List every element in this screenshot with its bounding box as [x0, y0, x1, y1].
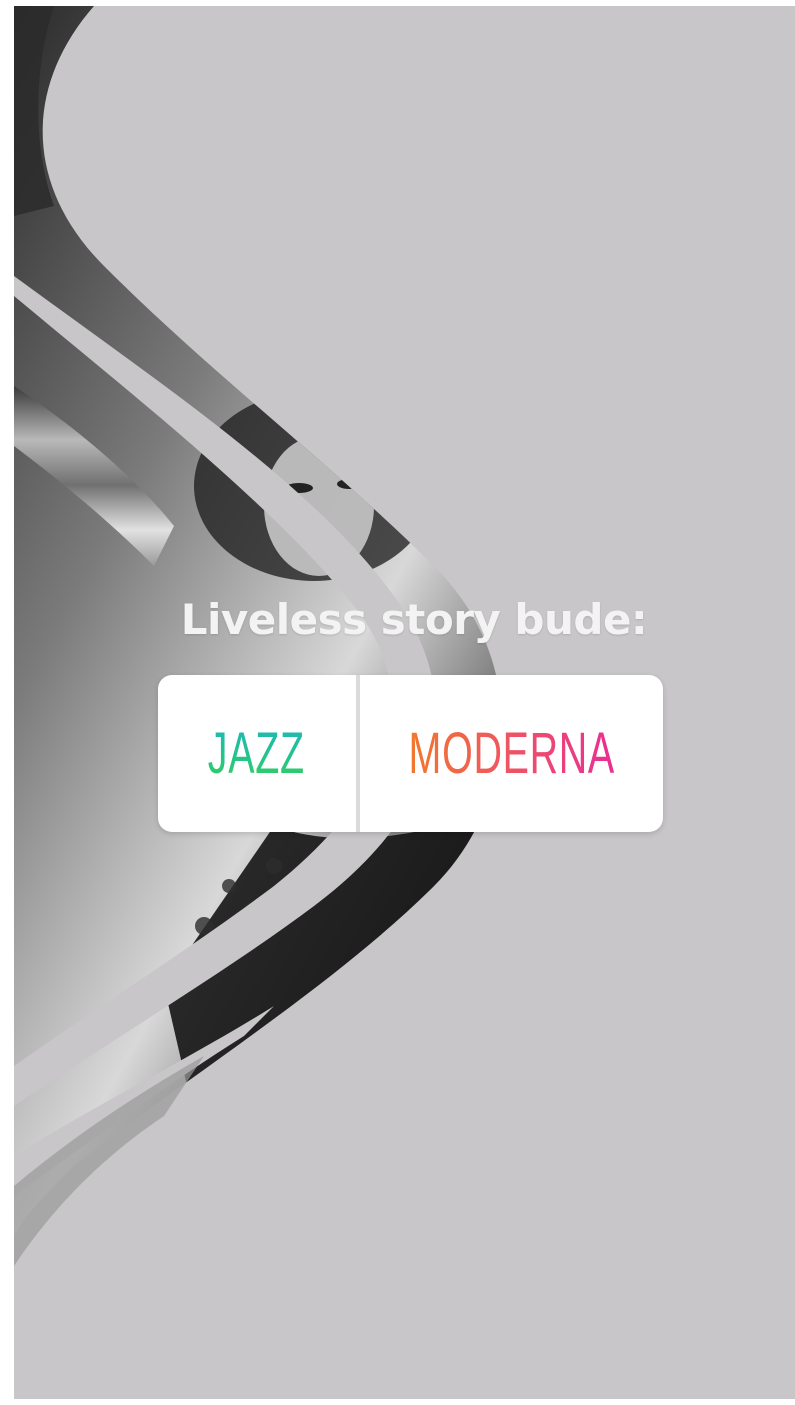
poll-option-label: MODERNA — [408, 720, 615, 786]
poll-option-label: JAZZ — [208, 720, 306, 786]
poll-sticker: JAZZ MODERNA — [158, 675, 663, 832]
story-question-text: Liveless story bude: — [180, 595, 648, 644]
story-canvas: Liveless story bude: JAZZ MODERNA — [14, 6, 795, 1399]
poll-option-moderna[interactable]: MODERNA — [360, 675, 663, 832]
poll-option-jazz[interactable]: JAZZ — [158, 675, 356, 832]
